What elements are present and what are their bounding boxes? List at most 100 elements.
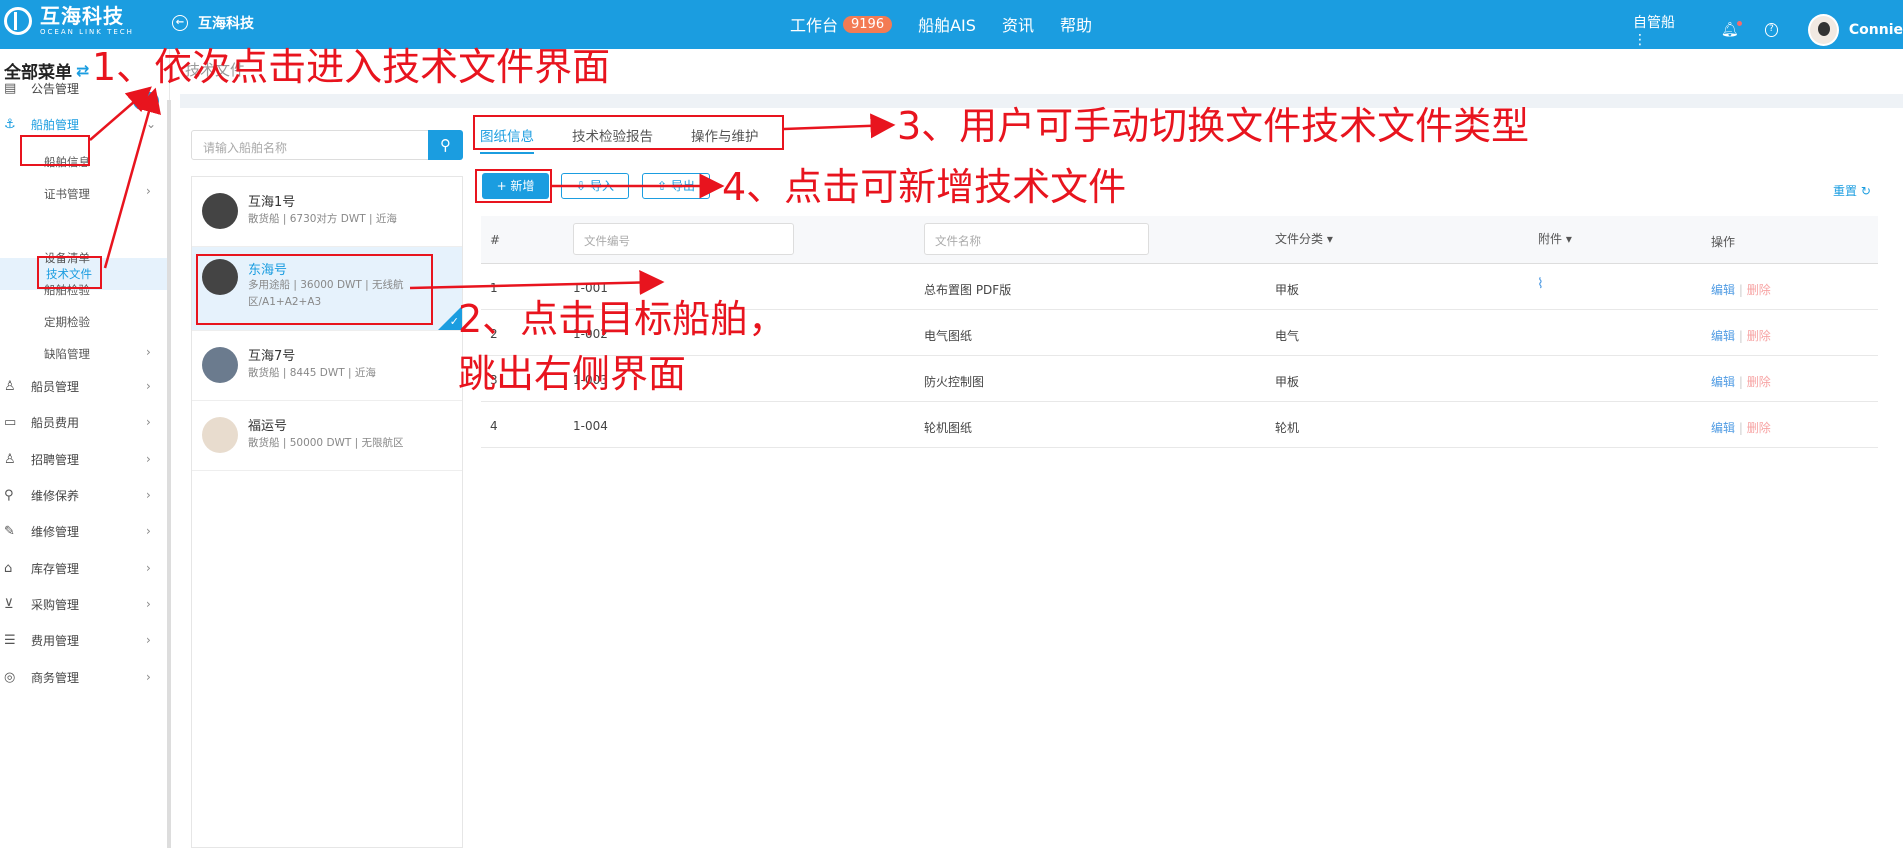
edit-link[interactable]: 编辑 xyxy=(1711,329,1735,343)
chevron-right-icon: › xyxy=(146,452,151,466)
sidebar-item-crew-cost[interactable]: ▭ 船员费用 › xyxy=(0,411,167,433)
logo-subtitle: OCEAN LINK TECH xyxy=(40,28,134,36)
submenu-periodic-survey[interactable]: 定期检验 xyxy=(44,314,90,330)
ship-name: 互海1号 xyxy=(248,195,296,210)
edit-link[interactable]: 编辑 xyxy=(1711,421,1735,435)
book-icon: ▤ xyxy=(4,80,17,96)
role-switch[interactable]: 自管船 ⋮ xyxy=(1633,12,1691,48)
sidebar-item-expense[interactable]: ☰ 费用管理 › xyxy=(0,629,167,651)
cell-name: 总布置图 PDF版 xyxy=(924,283,1012,297)
table-row[interactable]: 3 1-003 防火控制图 甲板 编辑 | 删除 xyxy=(481,356,1878,402)
delete-link[interactable]: 删除 xyxy=(1747,283,1771,297)
sidebar: 全部菜单 ⇄ ▤ 公告管理 ⚓︎ 船舶管理 ⌄ 船舶信息 证书管理 › 技术文件 设备… xyxy=(0,49,170,848)
sidebar-item-recruit[interactable]: ♙ 招聘管理 › xyxy=(0,448,167,470)
cell-name: 电气图纸 xyxy=(924,329,973,343)
sidebar-item-repair[interactable]: ✎ 维修管理 › xyxy=(0,520,167,542)
ship-item[interactable]: 福运号 散货船 | 50000 DWT | 无限航区 xyxy=(192,401,462,471)
sidebar-item-label: 维修保养 xyxy=(31,488,80,503)
annotation-step2-line2: 跳出右侧界面 xyxy=(458,352,687,396)
nav-news[interactable]: 资讯 xyxy=(1002,12,1034,36)
sidebar-item-ship[interactable]: ⚓︎ 船舶管理 ⌄ xyxy=(0,113,167,135)
cell-code: 1-004 xyxy=(573,419,608,433)
chevron-right-icon: › xyxy=(146,561,151,575)
bell-icon[interactable]: 🔔︎ xyxy=(1721,21,1742,38)
paperclip-icon[interactable]: ⌇ xyxy=(1537,276,1544,292)
annotation-step3: 3、用户可手动切换文件技术文件类型 xyxy=(897,104,1530,148)
logo-title: 互海科技 xyxy=(40,4,124,28)
nav-workbench[interactable]: 工作台 9196 xyxy=(790,12,893,36)
more-vertical-icon: ⋮ xyxy=(1633,32,1647,48)
ship-avatar xyxy=(202,417,238,453)
cell-category: 电气 xyxy=(1275,329,1300,343)
delete-link[interactable]: 删除 xyxy=(1747,329,1771,343)
column-label: 文件分类 xyxy=(1275,232,1324,246)
submenu-certificates[interactable]: 证书管理 xyxy=(44,186,90,202)
ship-panel: 请输入船舶名称 ⚲ 互海1号 散货船 | 6730对方 DWT | 近海 东海号… xyxy=(191,128,463,848)
edit-link[interactable]: 编辑 xyxy=(1711,375,1735,389)
sidebar-item-label: 公告管理 xyxy=(31,81,80,96)
delete-link[interactable]: 删除 xyxy=(1747,375,1771,389)
nav-label: 工作台 xyxy=(790,16,839,35)
annotation-step1: 1、依次点击进入技术文件界面 xyxy=(92,45,611,89)
import-label: 导入 xyxy=(589,179,614,193)
back-label: 互海科技 xyxy=(198,16,254,32)
chevron-right-icon: › xyxy=(146,345,151,359)
chevron-right-icon: › xyxy=(146,379,151,393)
filter-file-code[interactable]: 文件编号 xyxy=(573,223,794,255)
cell-index: 4 xyxy=(490,419,498,433)
sidebar-scrollbar[interactable] xyxy=(167,100,171,848)
sidebar-item-business[interactable]: ◎ 商务管理 › xyxy=(0,666,167,688)
export-button[interactable]: ⇧ 导出 xyxy=(642,173,710,199)
nav-help[interactable]: 帮助 xyxy=(1060,12,1092,36)
ship-item[interactable]: 互海7号 散货船 | 8445 DWT | 近海 xyxy=(192,331,462,401)
delete-link[interactable]: 删除 xyxy=(1747,421,1771,435)
cell-code: 1-001 xyxy=(573,281,608,295)
cell-index: 1 xyxy=(490,281,498,295)
import-icon: ⇩ xyxy=(576,179,587,193)
annotation-step4: 4、点击可新增技术文件 xyxy=(722,165,1127,209)
sidebar-item-label: 招聘管理 xyxy=(31,452,80,467)
nav-label: 帮助 xyxy=(1059,16,1092,35)
annotation-box-ship-menu xyxy=(20,135,90,166)
sidebar-item-label: 采购管理 xyxy=(31,597,80,612)
ship-item[interactable]: 互海1号 散货船 | 6730对方 DWT | 近海 xyxy=(192,177,462,247)
import-button[interactable]: ⇩ 导入 xyxy=(561,173,629,199)
brand-logo[interactable]: 互海科技 OCEAN LINK TECH xyxy=(4,6,134,36)
filter-file-name[interactable]: 文件名称 xyxy=(924,223,1149,255)
search-icon: ⚲ xyxy=(440,136,451,154)
notification-badge: 9196 xyxy=(843,15,893,33)
sidebar-item-inventory[interactable]: ⌂ 库存管理 › xyxy=(0,557,167,579)
annotation-box-add xyxy=(475,169,552,203)
help-icon[interactable]: ? xyxy=(1764,23,1779,37)
reset-button[interactable]: 重置 ↻ xyxy=(1833,182,1871,199)
cell-name: 轮机图纸 xyxy=(924,421,973,435)
back-button[interactable]: ← 互海科技 xyxy=(172,13,254,33)
unread-dot xyxy=(1736,21,1742,26)
annotation-box-target-ship xyxy=(196,254,433,325)
column-attachment[interactable]: 附件 ▾ xyxy=(1538,230,1572,247)
sidebar-item-maintenance[interactable]: ⚲ 维修保养 › xyxy=(0,484,167,506)
caret-down-icon: ▾ xyxy=(1326,232,1333,246)
nav-ais[interactable]: 船舶AIS xyxy=(918,12,976,36)
avatar[interactable] xyxy=(1808,14,1839,46)
sidebar-item-purchase[interactable]: ⊻ 采购管理 › xyxy=(0,593,167,615)
sidebar-item-crew[interactable]: ♙ 船员管理 › xyxy=(0,375,167,397)
chevron-right-icon: › xyxy=(146,670,151,684)
annotation-box-tech-files xyxy=(37,256,102,289)
nav-label: 船舶AIS xyxy=(918,16,976,35)
arrow-left-icon: ← xyxy=(172,15,188,31)
search-button[interactable]: ⚲ xyxy=(428,130,463,160)
chevron-right-icon: › xyxy=(146,597,151,611)
export-icon: ⇧ xyxy=(657,179,668,193)
cell-name: 防火控制图 xyxy=(924,375,985,389)
export-label: 导出 xyxy=(670,179,695,193)
ship-search-input[interactable]: 请输入船舶名称 xyxy=(191,130,431,160)
column-category[interactable]: 文件分类 ▾ xyxy=(1275,230,1333,247)
chevron-right-icon: › xyxy=(146,524,151,538)
table-row[interactable]: 4 1-004 轮机图纸 轮机 编辑 | 删除 xyxy=(481,402,1878,448)
chevron-right-icon: › xyxy=(146,415,151,429)
user-name[interactable]: Connie xyxy=(1849,22,1903,38)
edit-link[interactable]: 编辑 xyxy=(1711,283,1735,297)
sidebar-item-label: 船舶管理 xyxy=(31,117,80,132)
submenu-defects[interactable]: 缺陷管理 xyxy=(44,346,90,362)
